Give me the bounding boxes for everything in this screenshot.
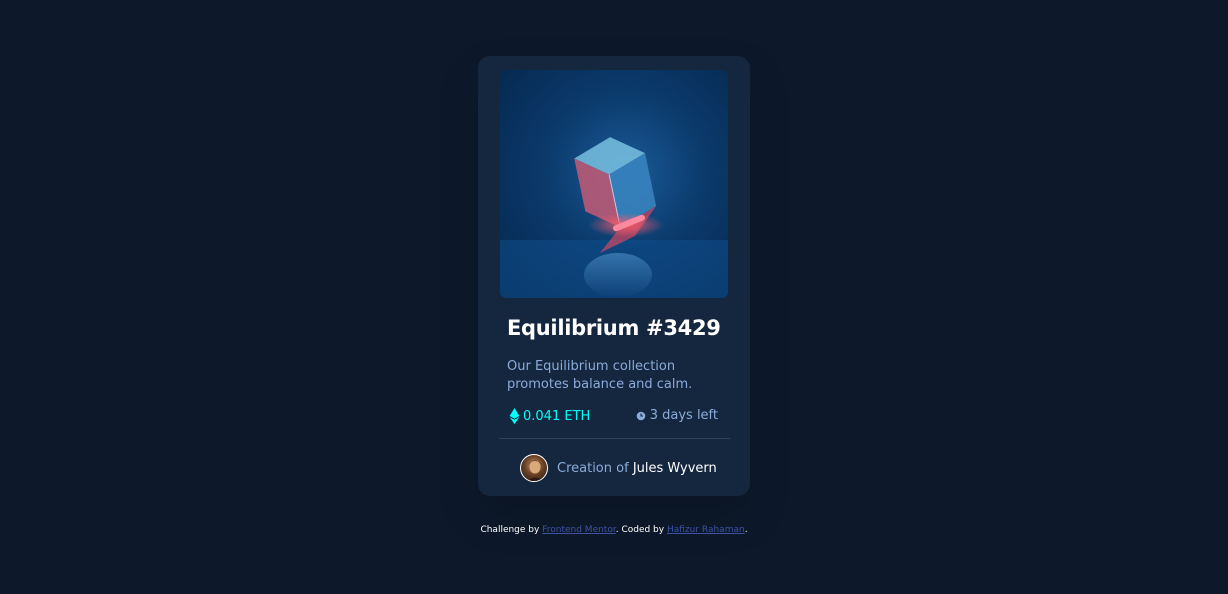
price-info: 0.041 ETH: [509, 408, 590, 424]
nft-card: Equilibrium #3429 Our Equilibrium collec…: [478, 56, 750, 496]
nft-description: Our Equilibrium collection promotes bala…: [507, 359, 693, 392]
attribution-suffix: .: [744, 525, 748, 535]
creator-portrait: [527, 460, 543, 481]
challenge-prefix: Challenge by: [480, 525, 540, 535]
frontend-mentor-link[interactable]: Frontend Mentor: [542, 525, 616, 535]
nft-title[interactable]: Equilibrium #3429: [507, 316, 721, 340]
card-divider: [499, 438, 730, 439]
coded-prefix: . Coded by: [615, 525, 665, 535]
time-left-value: 3 days left: [649, 408, 718, 423]
coder-link[interactable]: Hafizur Rahaman: [667, 525, 745, 535]
equilibrium-cube-image: [500, 137, 728, 298]
time-info: 3 days left: [636, 408, 718, 423]
price-value: 0.041 ETH: [523, 408, 591, 424]
creator-row: Creation of Jules Wyvern: [520, 454, 717, 482]
clock-icon: [636, 411, 646, 420]
ethereum-icon: [509, 408, 520, 424]
creator-prefix: Creation of: [557, 460, 629, 476]
creator-name[interactable]: Jules Wyvern: [633, 461, 717, 476]
nft-image[interactable]: [500, 70, 728, 298]
creator-avatar: [520, 454, 548, 482]
attribution: Challenge by Frontend Mentor. Coded by H…: [0, 525, 1228, 535]
